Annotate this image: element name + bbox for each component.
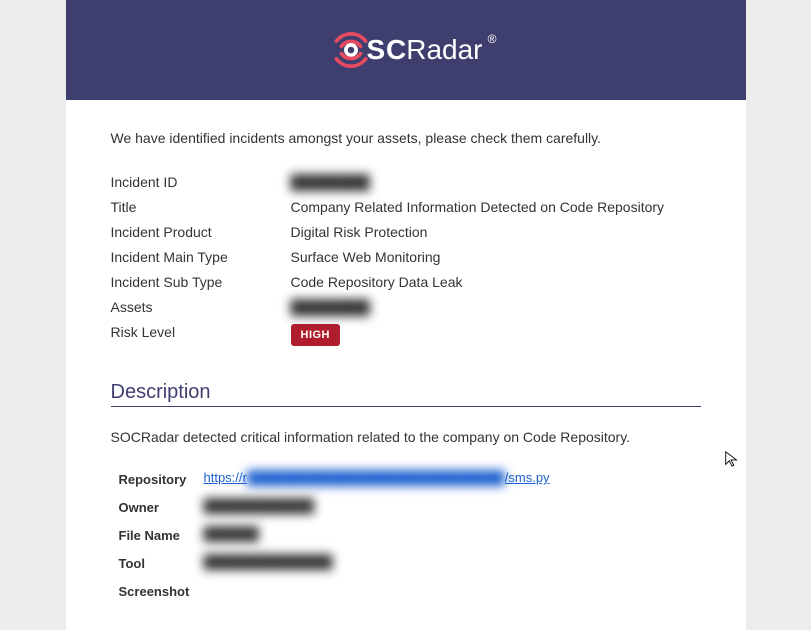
logo-middle: C (386, 34, 406, 65)
repo-url-suffix: /sms.py (505, 470, 550, 485)
detail-table: Repository https://r████████████████████… (119, 470, 701, 599)
repository-value: https://r████████████████████████████/sm… (204, 470, 701, 485)
incident-title-label: Title (111, 199, 291, 215)
incident-table: Incident ID ████████ Title Company Relat… (111, 174, 701, 346)
table-row: Incident ID ████████ (111, 174, 701, 190)
incident-title-value: Company Related Information Detected on … (291, 199, 701, 215)
incident-sub-type-label: Incident Sub Type (111, 274, 291, 290)
incident-risk-value: HIGH (291, 324, 701, 346)
repository-label: Repository (119, 470, 204, 487)
intro-text: We have identified incidents amongst you… (111, 130, 701, 146)
content-area: We have identified incidents amongst you… (66, 100, 746, 630)
incident-id-label: Incident ID (111, 174, 291, 190)
owner-value: ████████████ (204, 498, 701, 513)
risk-badge: HIGH (291, 324, 341, 346)
logo-prefix: S (367, 34, 386, 65)
incident-main-type-label: Incident Main Type (111, 249, 291, 265)
header-banner: SOCRadar ® (66, 0, 746, 100)
incident-product-label: Incident Product (111, 224, 291, 240)
incident-assets-label: Assets (111, 299, 291, 315)
logo: SOCRadar ® (329, 28, 483, 72)
incident-risk-label: Risk Level (111, 324, 291, 340)
description-text: SOCRadar detected critical information r… (111, 429, 701, 445)
section-divider (111, 406, 701, 407)
table-row: Incident Sub Type Code Repository Data L… (111, 274, 701, 290)
repo-url-prefix: https://r (204, 470, 247, 485)
filename-label: File Name (119, 526, 204, 543)
table-row: File Name ██████ (119, 526, 701, 543)
table-row: Assets ████████ (111, 299, 701, 315)
filename-value: ██████ (204, 526, 701, 541)
repository-link[interactable]: https://r████████████████████████████/sm… (204, 470, 550, 485)
table-row: Tool ██████████████ (119, 554, 701, 571)
table-row: Risk Level HIGH (111, 324, 701, 346)
logo-text: SOCRadar ® (367, 34, 483, 66)
table-row: Incident Main Type Surface Web Monitorin… (111, 249, 701, 265)
incident-id-value: ████████ (291, 174, 701, 190)
repo-url-mid: ████████████████████████████ (247, 470, 505, 485)
tool-label: Tool (119, 554, 204, 571)
table-row: Title Company Related Information Detect… (111, 199, 701, 215)
registered-mark: ® (488, 32, 497, 46)
screenshot-label: Screenshot (119, 582, 204, 599)
incident-main-type-value: Surface Web Monitoring (291, 249, 701, 265)
description-heading: Description (111, 381, 701, 404)
table-row: Screenshot (119, 582, 701, 599)
table-row: Owner ████████████ (119, 498, 701, 515)
report-container: SOCRadar ® We have identified incidents … (66, 0, 746, 630)
table-row: Repository https://r████████████████████… (119, 470, 701, 487)
incident-product-value: Digital Risk Protection (291, 224, 701, 240)
incident-sub-type-value: Code Repository Data Leak (291, 274, 701, 290)
logo-suffix: Radar (406, 34, 482, 65)
tool-value: ██████████████ (204, 554, 701, 569)
owner-label: Owner (119, 498, 204, 515)
incident-assets-value: ████████ (291, 299, 701, 315)
table-row: Incident Product Digital Risk Protection (111, 224, 701, 240)
